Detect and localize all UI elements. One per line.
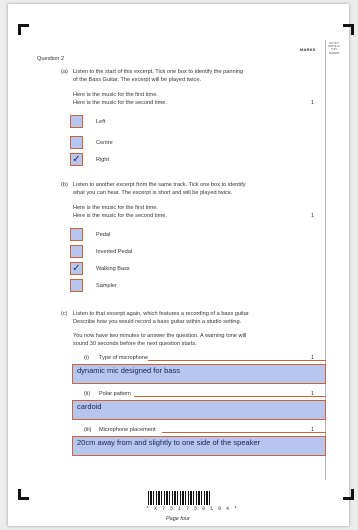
question-title: Question 2 xyxy=(37,56,65,62)
marks-heading: MARKS xyxy=(300,47,316,52)
part-a-instruction-2: of the Bass Guitar. The excerpt will be … xyxy=(73,77,201,83)
part-c-iii-label: (iii) xyxy=(84,427,92,433)
part-c-ii-prompt: Polar pattern xyxy=(99,391,132,397)
option-box-inverted-pedal[interactable] xyxy=(70,245,83,258)
part-c-i-prompt: Type of microphone xyxy=(99,355,149,361)
part-c-iii-mark: 1 xyxy=(311,427,315,433)
option-box-sampler[interactable] xyxy=(70,279,83,292)
answer-field-polar-pattern[interactable]: cardoid xyxy=(72,400,326,420)
option-box-walking-bass[interactable]: ✓ xyxy=(70,262,83,275)
part-b-label: (b) xyxy=(61,182,68,188)
part-c-i-mark: 1 xyxy=(311,355,315,361)
part-c-i-rule xyxy=(148,360,326,361)
answer-field-type-of-microphone[interactable]: dynamic mic designed for bass xyxy=(72,364,326,384)
part-c-ii-mark: 1 xyxy=(311,391,315,397)
barcode xyxy=(148,491,210,505)
part-c-instruction-2: Describe how you would record a bass gui… xyxy=(73,319,242,325)
part-a-music-second: Here is the music for the second time. xyxy=(73,100,167,106)
part-b-instruction-1: Listen to another excerpt from the same … xyxy=(73,182,246,188)
part-c-ii-rule xyxy=(134,396,326,397)
option-label-sampler: Sampler xyxy=(96,283,117,289)
option-label-left: Left xyxy=(96,119,106,125)
part-a-instruction-1: Listen to the start of this excerpt. Tic… xyxy=(73,69,244,75)
part-a-music-first: Here is the music for the first time. xyxy=(73,92,158,98)
option-label-right: Right xyxy=(96,157,110,163)
part-b-music-second: Here is the music for the second time. xyxy=(73,213,167,219)
option-label-pedal: Pedal xyxy=(96,232,111,238)
part-c-i-label: (i) xyxy=(84,355,89,361)
crop-mark-bottom-right xyxy=(343,489,354,500)
part-b-music-first: Here is the music for the first time. xyxy=(73,205,158,211)
crop-mark-top-left xyxy=(18,24,29,35)
part-c-instruction-3: You now have two minutes to answer the q… xyxy=(73,333,247,339)
part-a-mark: 1 xyxy=(311,100,315,106)
part-c-instruction-1: Listen to that excerpt again, which feat… xyxy=(73,311,250,317)
answer-field-microphone-placement[interactable]: 20cm away from and slightly to one side … xyxy=(72,436,326,456)
option-label-inverted-pedal: Inverted Pedal xyxy=(96,249,133,255)
option-label-centre: Centre xyxy=(96,140,113,146)
page-number: Page four xyxy=(166,516,190,522)
option-label-walking-bass: Walking Bass xyxy=(96,266,130,272)
option-box-right[interactable]: ✓ xyxy=(70,153,83,166)
part-c-instruction-4: sound 30 seconds before the next questio… xyxy=(73,341,197,347)
part-c-iii-prompt: Microphone placement xyxy=(99,427,156,433)
option-box-centre[interactable] xyxy=(70,136,83,149)
part-a-label: (a) xyxy=(61,69,68,75)
do-not-write-note: DO NOT WRITE IN THIS MARGIN xyxy=(328,42,340,55)
crop-mark-top-right xyxy=(343,24,354,35)
part-c-label: (c) xyxy=(61,311,68,317)
part-b-mark: 1 xyxy=(311,213,315,219)
marks-margin-column xyxy=(325,40,342,480)
part-c-ii-label: (ii) xyxy=(84,391,91,397)
crop-mark-bottom-left xyxy=(18,489,29,500)
part-b-instruction-2: what you can hear. The excerpt is short … xyxy=(73,190,233,196)
option-box-left[interactable] xyxy=(70,115,83,128)
barcode-number: * X 7 5 1 7 5 0 1 0 4 * xyxy=(146,506,239,512)
option-box-pedal[interactable] xyxy=(70,228,83,241)
part-c-iii-rule xyxy=(162,432,326,433)
